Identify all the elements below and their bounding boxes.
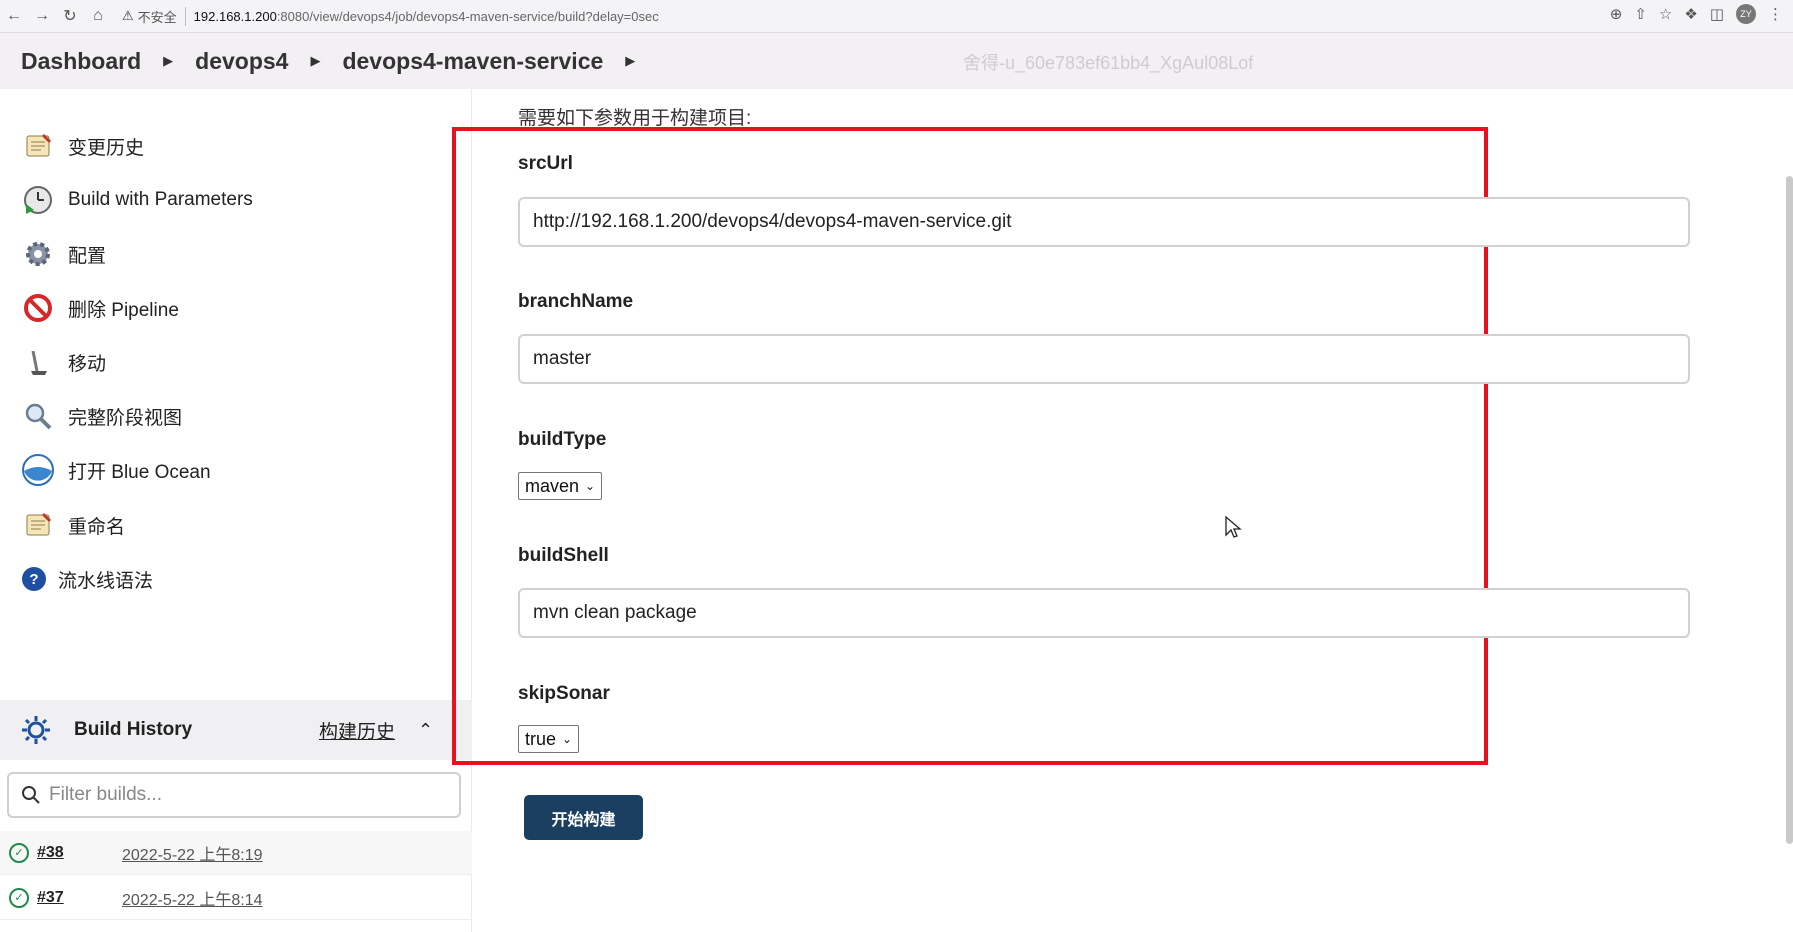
blue-ocean-icon bbox=[20, 452, 56, 488]
breadcrumb-separator-icon[interactable]: ▶ bbox=[625, 53, 635, 69]
params-intro: 需要如下参数用于构建项目: bbox=[518, 108, 752, 129]
start-build-button[interactable]: 开始构建 bbox=[524, 795, 643, 840]
param-label-buildshell: buildShell bbox=[518, 545, 609, 566]
build-history-icon bbox=[20, 714, 52, 746]
chevron-up-icon[interactable]: ⌃ bbox=[418, 720, 433, 741]
chevron-down-icon: ⌄ bbox=[585, 479, 596, 493]
main-content: 需要如下参数用于构建项目: srcUrl branchName buildTyp… bbox=[452, 89, 1793, 932]
no-entry-icon bbox=[20, 290, 56, 326]
move-icon bbox=[20, 344, 56, 380]
chevron-down-icon: ⌄ bbox=[562, 732, 573, 746]
param-label-branchname: branchName bbox=[518, 291, 634, 312]
build-number-link[interactable]: #37 bbox=[37, 889, 64, 907]
reload-icon[interactable]: ↻ bbox=[56, 2, 84, 30]
back-icon[interactable]: ← bbox=[0, 2, 28, 30]
sidebar-item-label: 打开 Blue Ocean bbox=[68, 461, 211, 483]
avatar[interactable]: ZY bbox=[1736, 4, 1756, 24]
filter-builds-input[interactable] bbox=[49, 784, 449, 806]
build-date-link[interactable]: 2022-5-22 上午8:14 bbox=[122, 886, 263, 910]
address-bar[interactable]: ⚠ 不安全 192.168.1.200:8080/view/devops4/jo… bbox=[122, 3, 659, 29]
sidebar-item-pipeline-syntax[interactable]: ? 流水线语法 bbox=[20, 559, 153, 599]
help-icon: ? bbox=[20, 561, 48, 597]
svg-text:?: ? bbox=[29, 571, 38, 588]
sidebar-item-configure[interactable]: 配置 bbox=[20, 234, 106, 274]
sidebar-item-blue-ocean[interactable]: 打开 Blue Ocean bbox=[20, 450, 211, 490]
share-icon[interactable]: ⇧ bbox=[1634, 5, 1647, 23]
breadcrumb-job[interactable]: devops4-maven-service bbox=[342, 48, 603, 75]
extensions-icon[interactable]: ❖ bbox=[1684, 5, 1697, 23]
sidebar-item-changes[interactable]: 变更历史 bbox=[20, 126, 144, 166]
star-icon[interactable]: ☆ bbox=[1659, 5, 1672, 23]
notepad-icon bbox=[20, 507, 56, 543]
sidebar-item-label: 变更历史 bbox=[68, 137, 145, 159]
sidebar-item-build-with-parameters[interactable]: Build with Parameters bbox=[20, 180, 253, 220]
table-row[interactable]: ✓ #37 2022-5-22 上午8:14 bbox=[0, 876, 472, 920]
insecure-label: 不安全 bbox=[138, 6, 186, 26]
sidebar-item-label: 完整阶段视图 bbox=[68, 407, 183, 429]
sidebar-item-label: 重命名 bbox=[68, 516, 126, 538]
browser-toolbar: ← → ↻ ⌂ ⚠ 不安全 192.168.1.200:8080/view/de… bbox=[0, 0, 1793, 33]
breadcrumb-dashboard[interactable]: Dashboard bbox=[21, 48, 141, 75]
param-label-buildtype: buildType bbox=[518, 429, 607, 450]
filter-builds-field[interactable] bbox=[7, 772, 461, 818]
home-icon[interactable]: ⌂ bbox=[84, 2, 112, 30]
success-check-icon: ✓ bbox=[9, 887, 29, 908]
buildtype-selected-value: maven bbox=[525, 475, 580, 496]
buildtype-select[interactable]: maven ⌄ bbox=[518, 472, 603, 500]
param-label-srcurl: srcUrl bbox=[518, 153, 573, 174]
notepad-icon bbox=[20, 128, 56, 164]
breadcrumb-separator-icon[interactable]: ▶ bbox=[310, 53, 320, 69]
url-path: :8080/view/devops4/job/devops4-maven-ser… bbox=[276, 8, 659, 24]
url-host: 192.168.1.200 bbox=[193, 8, 277, 24]
skipsonar-select[interactable]: true ⌄ bbox=[518, 725, 580, 753]
param-label-skipsonar: skipSonar bbox=[518, 683, 610, 704]
zoom-icon[interactable]: ⊕ bbox=[1610, 5, 1623, 23]
table-row[interactable]: ✓ #38 2022-5-22 上午8:19 bbox=[0, 831, 472, 875]
sidebar-item-full-stage-view[interactable]: 完整阶段视图 bbox=[20, 396, 182, 436]
breadcrumb-separator-icon[interactable]: ▶ bbox=[163, 53, 173, 69]
search-icon bbox=[21, 785, 41, 805]
build-history-trend-link[interactable]: 构建历史 bbox=[319, 717, 395, 744]
sidebar-toggle-icon[interactable]: ◫ bbox=[1710, 5, 1724, 23]
sidebar-item-delete-pipeline[interactable]: 删除 Pipeline bbox=[20, 288, 179, 328]
sidebar-item-label: 配置 bbox=[68, 245, 107, 267]
mouse-cursor-icon bbox=[1225, 515, 1242, 538]
sidebar-item-label: 流水线语法 bbox=[58, 570, 154, 592]
srcurl-input[interactable] bbox=[518, 197, 1690, 247]
build-history-title: Build History bbox=[74, 719, 193, 740]
branchname-input[interactable] bbox=[518, 334, 1690, 384]
breadcrumb: Dashboard ▶ devops4 ▶ devops4-maven-serv… bbox=[0, 33, 1793, 89]
sidebar-item-label: 移动 bbox=[68, 353, 107, 375]
sidebar-item-label: 删除 Pipeline bbox=[68, 299, 179, 321]
sidebar-item-label: Build with Parameters bbox=[68, 189, 253, 210]
build-date-link[interactable]: 2022-5-22 上午8:19 bbox=[122, 841, 263, 865]
menu-icon[interactable]: ⋮ bbox=[1768, 5, 1783, 23]
success-check-icon: ✓ bbox=[9, 842, 29, 863]
watermark: 舍得-u_60e783ef61bb4_XgAul08Lof bbox=[963, 53, 1254, 73]
clock-play-icon bbox=[20, 182, 56, 218]
buildshell-input[interactable] bbox=[518, 588, 1690, 638]
build-number-link[interactable]: #38 bbox=[37, 844, 64, 862]
sidebar: 变更历史 Build with Parameters 配置 删除 Pipelin… bbox=[0, 89, 472, 932]
forward-icon[interactable]: → bbox=[28, 2, 56, 30]
gear-icon bbox=[20, 236, 56, 272]
scrollbar[interactable] bbox=[1786, 176, 1793, 844]
breadcrumb-devops4[interactable]: devops4 bbox=[195, 48, 288, 75]
skipsonar-selected-value: true bbox=[525, 728, 557, 749]
warning-icon: ⚠ bbox=[122, 8, 134, 23]
magnifier-icon bbox=[20, 398, 56, 434]
sidebar-item-move[interactable]: 移动 bbox=[20, 342, 106, 382]
sidebar-item-rename[interactable]: 重命名 bbox=[20, 505, 125, 545]
build-history-header: Build History 构建历史 ⌃ bbox=[0, 700, 472, 760]
